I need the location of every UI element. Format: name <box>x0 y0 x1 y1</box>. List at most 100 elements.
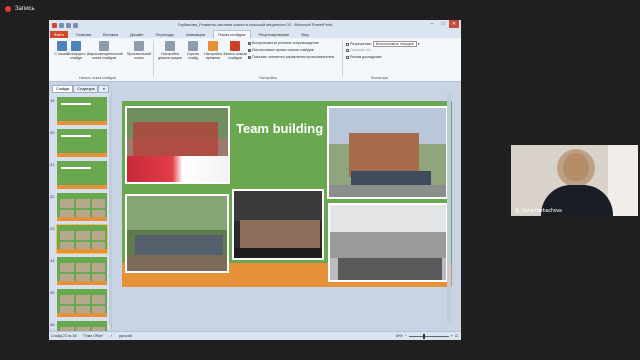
from-current-button[interactable]: С текущего слайда <box>65 41 87 61</box>
maximize-button[interactable]: □ <box>438 20 448 28</box>
ribbon-tab[interactable]: Файл <box>50 31 68 38</box>
thumbnail-image <box>92 231 105 240</box>
slide-number: 24 <box>50 258 55 263</box>
slide-thumbnail[interactable]: 20 <box>50 129 107 157</box>
minimize-button[interactable]: – <box>427 20 437 28</box>
monitor-icon <box>346 42 349 46</box>
current-slide[interactable]: Team building <box>122 101 452 287</box>
slide-thumbnails-panel: 19 20 21 22 23 24 25 26 <box>49 93 112 340</box>
thumbnail-image <box>92 210 105 217</box>
use-timings-checkbox[interactable]: Использовать время показа слайдов <box>248 48 314 52</box>
thumbnail-image <box>76 242 90 249</box>
fit-window-icon[interactable]: ⊡ <box>455 334 458 338</box>
slide-number: 21 <box>50 162 55 167</box>
group-setup-label: Настройка <box>259 76 277 80</box>
tab-outline[interactable]: Структура <box>73 85 99 93</box>
show-on-select[interactable]: Показать на: <box>346 48 371 52</box>
ribbon-tab[interactable]: Анимация <box>182 31 209 38</box>
thumbnail-image <box>92 199 105 208</box>
slide-thumbnail[interactable]: 21 <box>50 161 107 189</box>
thumbnail-image <box>60 231 74 240</box>
slide-number: 19 <box>50 98 55 103</box>
zoom-slider[interactable] <box>408 333 449 339</box>
thumbnail-image <box>92 242 105 249</box>
zoom-in-button[interactable]: + <box>451 334 453 338</box>
slide-thumbnail[interactable]: 23 <box>50 224 108 254</box>
hide-slide-button[interactable]: Скрыть слайд <box>182 41 204 61</box>
ribbon-tab[interactable]: Рецензирование <box>255 31 294 38</box>
window-controls: – □ ✕ <box>427 20 459 28</box>
title-bar: Горбачова_Розвиток системи освіти в сіль… <box>49 20 461 30</box>
close-icon[interactable]: ✕ <box>98 85 110 93</box>
slide-counter: Слайд 23 из 48 <box>51 334 77 338</box>
slide-number: 20 <box>50 130 55 135</box>
presenter-view-checkbox[interactable]: Режим докладчика <box>346 55 382 59</box>
close-button[interactable]: ✕ <box>449 20 459 28</box>
ribbon-tabs: Файл Главная Вставка Дизайн Переходы Анимация… <box>49 30 461 38</box>
thumbnail-image <box>60 263 74 272</box>
slide-number: 26 <box>50 322 55 327</box>
thumbnail-image <box>60 242 74 249</box>
record-show-icon <box>230 41 240 51</box>
ribbon-separator <box>153 41 154 77</box>
spellcheck-icon[interactable]: ✓ <box>110 334 113 338</box>
play-narrations-checkbox[interactable]: Воспроизвести речевое сопровождение <box>248 41 319 45</box>
status-bar: Слайд 23 из 48 "Тема Office" ✓ русский 5… <box>49 331 461 340</box>
custom-show-button[interactable]: Произвольный показ <box>124 41 154 61</box>
play-current-icon <box>71 41 81 51</box>
thumbnail-scrollbar[interactable] <box>109 95 112 325</box>
slide-thumbnail[interactable]: 19 <box>50 97 107 125</box>
thumbnail-band <box>57 281 107 285</box>
clock-icon <box>208 41 218 51</box>
thumbnail-text-line <box>61 103 91 105</box>
custom-show-icon <box>134 41 144 51</box>
thumbnail-band <box>57 185 107 189</box>
record-icon <box>5 5 11 12</box>
resolution-select[interactable]: Разрешение: Использовать текущее ▾ <box>346 41 420 47</box>
participant-name: 🎙 Iryna Horbachova <box>514 208 562 214</box>
broadcast-button[interactable]: Широковещательный показ слайдов <box>87 41 123 61</box>
thumbnail-band <box>57 249 107 253</box>
ribbon-tab[interactable]: Вид <box>297 31 312 38</box>
thumbnail-band <box>57 153 107 157</box>
setup-show-button[interactable]: Настройка демонстрации <box>157 41 183 61</box>
tab-slides[interactable]: Слайды <box>52 85 74 93</box>
slide-thumbnail[interactable]: 22 <box>50 193 107 221</box>
zoom-out-button[interactable]: − <box>405 334 407 338</box>
thumbnail-image <box>60 199 74 208</box>
thumbnail-band <box>57 313 107 317</box>
thumbnail-image <box>76 263 90 272</box>
language[interactable]: русский <box>119 334 132 338</box>
slide-number: 23 <box>50 226 55 231</box>
theme-name: "Тема Office" <box>82 334 104 338</box>
thumbnail-image <box>76 274 90 281</box>
broadcast-icon <box>99 41 109 51</box>
chevron-down-icon: ▾ <box>417 42 420 46</box>
ribbon-tab[interactable]: Переходы <box>151 31 178 38</box>
rehearse-timings-button[interactable]: Настройка времени <box>202 41 224 61</box>
show-controls-checkbox[interactable]: Показать элементы управления проигрывате… <box>248 55 334 59</box>
ribbon-separator <box>342 41 343 77</box>
slide-thumbnail[interactable]: 24 <box>50 257 107 285</box>
setup-icon <box>165 41 175 51</box>
recording-label: Запись <box>15 5 35 12</box>
thumbnail-image <box>60 295 74 304</box>
ribbon-tab[interactable]: Вставка <box>99 31 122 38</box>
thumbnail-image <box>76 306 90 313</box>
group-monitors-label: Мониторы <box>371 76 389 80</box>
slide-scrollbar[interactable] <box>447 93 451 323</box>
photo-city-square <box>328 203 448 282</box>
slide-thumbnail[interactable]: 25 <box>50 289 107 317</box>
thumbnail-band <box>57 121 107 125</box>
mic-icon: 🎙 <box>514 208 521 214</box>
ribbon: С начала С текущего слайда Широковещател… <box>49 38 461 82</box>
photo-stage <box>232 189 324 260</box>
ribbon-tab[interactable]: Главная <box>72 31 95 38</box>
zoom-level[interactable]: 59% <box>396 334 403 338</box>
thumbnail-image <box>76 210 90 217</box>
zoom-control: 59% − + ⊡ <box>396 333 461 339</box>
ribbon-tab[interactable]: Показ слайдов <box>212 30 251 38</box>
ribbon-tab[interactable]: Дизайн <box>126 31 147 38</box>
thumbnail-image <box>92 274 105 281</box>
record-show-button[interactable]: Запись показа слайдов <box>223 41 247 61</box>
